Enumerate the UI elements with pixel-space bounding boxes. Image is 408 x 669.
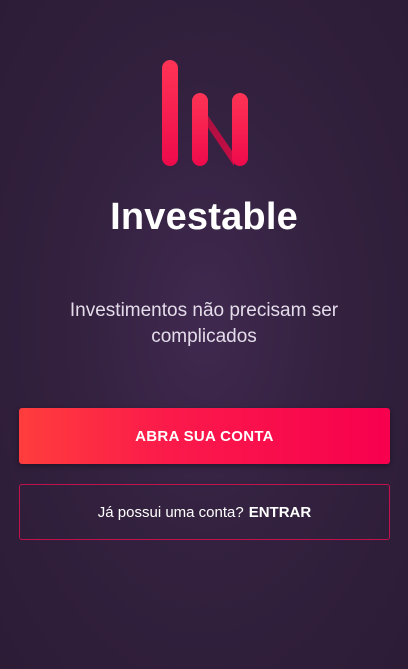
login-button[interactable]: Já possui uma conta? ENTRAR <box>19 484 390 540</box>
tagline: Investimentos não precisam ser complicad… <box>69 300 339 347</box>
login-prompt-text: Já possui uma conta? <box>97 503 244 521</box>
investable-logo-icon <box>162 60 248 166</box>
open-account-button[interactable]: ABRA SUA CONTA <box>19 408 390 464</box>
login-link-label: ENTRAR <box>248 503 312 521</box>
welcome-screen: Investable Investimentos não precisam se… <box>0 0 408 669</box>
app-title: Investable <box>110 196 298 238</box>
